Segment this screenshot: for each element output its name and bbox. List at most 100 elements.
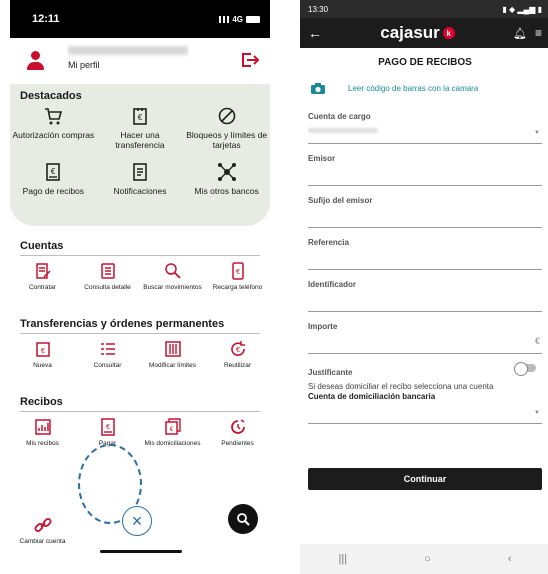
recents-icon[interactable]: |||: [339, 553, 348, 565]
continue-button[interactable]: Continuar: [308, 468, 542, 490]
link-icon: [34, 518, 51, 532]
menu-icon[interactable]: ≡: [535, 26, 542, 40]
home-icon[interactable]: ○: [424, 553, 431, 565]
cart-icon: [45, 108, 63, 125]
direct-debit-icon: €: [164, 418, 181, 435]
cuentas-grid: Contratar Consulta detalle Buscar movimi…: [10, 256, 270, 318]
status-icons: 4G: [219, 15, 260, 24]
left-phone-screen: 12:11 4G Mi perfil Destacados Autorizaci…: [10, 0, 270, 562]
network-label: 4G: [232, 14, 243, 24]
section-title-cuentas: Cuentas: [20, 240, 64, 252]
justificante-row: Justificante: [308, 354, 542, 377]
chevron-down-icon: ▼: [534, 130, 540, 136]
action-mis-domiciliaciones[interactable]: € Mis domiciliaciones: [140, 412, 205, 474]
back-arrow-icon[interactable]: ←: [308, 25, 322, 41]
action-label: Pendientes: [221, 440, 254, 447]
camera-icon: [311, 82, 325, 94]
referencia-field[interactable]: Referencia: [308, 228, 542, 270]
action-label: Modificar límites: [149, 362, 196, 369]
action-cambiar-cuenta[interactable]: Cambiar cuenta: [10, 510, 75, 562]
contract-icon: [35, 263, 51, 279]
new-transfer-icon: €: [35, 342, 50, 357]
action-label: Consultar: [93, 362, 122, 369]
user-name-blurred: [68, 46, 188, 55]
transfer-euro-icon: €: [133, 108, 147, 125]
action-pendientes[interactable]: Pendientes: [205, 412, 270, 474]
my-profile-link[interactable]: Mi perfil: [68, 60, 100, 70]
battery-icon: [246, 15, 260, 23]
shortcut-otros-bancos[interactable]: Mis otros bancos: [183, 158, 270, 214]
shortcut-pago-recibos[interactable]: € Pago de recibos: [10, 158, 97, 214]
status-icons: ▮ ◆ ▂▄▆ ▮: [502, 4, 542, 14]
shortcut-label: Autorización compras: [12, 130, 95, 140]
action-contratar[interactable]: Contratar: [10, 256, 75, 318]
action-label: Mis domiciliaciones: [144, 440, 201, 447]
shortcut-bloqueos-limites[interactable]: Bloqueos y límites de tarjetas: [183, 102, 270, 158]
shortcut-label: Notificaciones: [113, 186, 167, 196]
search-button[interactable]: [228, 504, 258, 534]
action-consultar[interactable]: Consultar: [75, 334, 140, 396]
brand-logo: cajasur k: [380, 23, 455, 43]
svg-text:€: €: [41, 348, 45, 355]
logout-icon[interactable]: [240, 51, 260, 69]
shortcut-notificaciones[interactable]: Notificaciones: [97, 158, 184, 214]
receipt-euro-icon: €: [46, 163, 61, 181]
header-actions: 🔔︎ ≡: [513, 26, 542, 40]
svg-text:€: €: [138, 113, 143, 122]
emisor-field[interactable]: Emisor: [308, 144, 542, 186]
close-button[interactable]: ×: [122, 506, 152, 536]
section-title-transferencias: Transferencias y órdenes permanentes: [20, 318, 225, 330]
importe-field[interactable]: Importe €: [308, 312, 542, 354]
domiciliacion-note: Si deseas domiciliar el recibo seleccion…: [300, 382, 548, 402]
action-reutilizar[interactable]: € Reutilizar: [205, 334, 270, 396]
svg-text:€: €: [236, 269, 240, 276]
action-label: Reutilizar: [223, 362, 252, 369]
note-text: Si deseas domiciliar el recibo seleccion…: [308, 382, 494, 391]
action-buscar-movimientos[interactable]: Buscar movimientos: [140, 256, 205, 318]
field-label: Referencia: [308, 238, 349, 247]
shortcut-label: Bloqueos y límites de tarjetas: [186, 130, 268, 150]
action-label: Consulta detalle: [84, 284, 131, 291]
cuenta-cargo-select[interactable]: Cuenta de cargo ▼: [308, 102, 542, 144]
home-indicator[interactable]: [100, 550, 182, 553]
identificador-field[interactable]: Identificador: [308, 270, 542, 312]
action-recarga-telefono[interactable]: € Recarga teléfono: [205, 256, 270, 318]
field-label: Importe: [308, 322, 338, 331]
back-icon[interactable]: ‹: [508, 553, 512, 565]
receipts-chart-icon: [34, 419, 51, 435]
shortcut-label: Pago de recibos: [22, 186, 85, 196]
action-mis-recibos[interactable]: Mis recibos: [10, 412, 75, 474]
action-label: Nueva: [33, 362, 52, 369]
transferencias-grid: € Nueva Consultar Modificar límites € Re…: [10, 334, 270, 396]
right-phone-screen: 13:30 ▮ ◆ ▂▄▆ ▮ ← cajasur k 🔔︎ ≡ PAGO DE…: [300, 0, 548, 574]
svg-text:€: €: [236, 347, 240, 354]
sliders-icon: [164, 341, 181, 357]
action-label: Contratar: [28, 284, 57, 291]
close-icon: ×: [131, 510, 143, 531]
chevron-down-icon: ▼: [534, 410, 540, 416]
action-label: Recarga teléfono: [212, 284, 263, 291]
search-icon: [164, 263, 181, 279]
action-consulta-detalle[interactable]: Consulta detalle: [75, 256, 140, 318]
domiciliacion-select[interactable]: ▼: [308, 402, 542, 424]
action-nueva[interactable]: € Nueva: [10, 334, 75, 396]
recibos-grid: Mis recibos € Pagar € Mis domiciliacione…: [10, 412, 270, 474]
shortcut-autorizacion-compras[interactable]: Autorización compras: [10, 102, 97, 158]
svg-text:€: €: [169, 427, 173, 433]
field-label: Identificador: [308, 280, 357, 289]
app-header: ← cajasur k 🔔︎ ≡: [300, 18, 548, 48]
notification-doc-icon: [133, 163, 147, 181]
action-modificar-limites[interactable]: Modificar límites: [140, 334, 205, 396]
status-bar: 12:11 4G: [10, 0, 270, 38]
bell-icon[interactable]: 🔔︎: [513, 27, 527, 40]
field-label: Emisor: [308, 154, 336, 163]
barcode-scan-link[interactable]: Leer código de barras con la camara: [300, 74, 548, 102]
justificante-toggle[interactable]: [514, 362, 536, 376]
user-icon: [26, 51, 44, 71]
svg-text:€: €: [51, 167, 56, 176]
sufijo-emisor-field[interactable]: Sufijo del emisor: [308, 186, 542, 228]
shortcut-hacer-transferencia[interactable]: € Hacer una transferencia: [97, 102, 184, 158]
signal-icon: [219, 15, 230, 23]
list-doc-icon: [100, 263, 115, 279]
action-label: Cambiar cuenta: [19, 538, 66, 545]
